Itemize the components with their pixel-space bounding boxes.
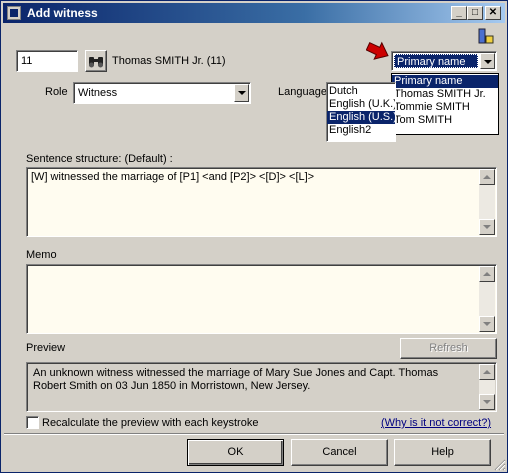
role-value: Witness [78,87,118,99]
separator [4,433,504,435]
role-select[interactable]: Witness [73,82,251,104]
sentence-value: [W] witnessed the marriage of [P1] <and … [31,171,315,183]
person-id-value: 11 [21,55,33,67]
resize-grip-icon[interactable] [494,459,506,471]
binoculars-icon [89,57,103,68]
sentence-label: Sentence structure: (Default) : [26,153,173,165]
preview-box: An unknown witness witnessed the marriag… [26,362,497,412]
ok-button[interactable]: OK [187,439,284,466]
language-label: Language [278,86,327,98]
name-select-value: Primary name [394,54,478,68]
find-person-button[interactable] [85,50,107,72]
scroll-down-icon[interactable] [479,219,495,235]
recalc-checkbox[interactable] [26,416,39,429]
language-option[interactable]: English (U.K.) [327,98,395,111]
chevron-down-icon[interactable] [234,84,249,102]
preview-text: An unknown witness witnessed the marriag… [33,367,439,392]
memo-textarea[interactable] [26,264,497,334]
name-option[interactable]: Tommie SMITH [392,101,498,114]
cancel-button[interactable]: Cancel [291,439,388,466]
preview-label: Preview [26,342,66,354]
person-id-input[interactable]: 11 [16,50,78,72]
scroll-up-icon[interactable] [479,364,495,380]
why-not-correct-link[interactable]: (Why is it not correct?) [381,417,491,429]
scroll-up-icon[interactable] [479,169,495,185]
wizard-icon[interactable] [477,28,495,46]
close-button[interactable]: ✕ [485,6,501,20]
window-title: Add witness [27,6,98,20]
scroll-up-icon[interactable] [479,266,495,282]
memo-label: Memo [26,249,57,261]
name-dropdown-list: Primary name Thomas SMITH Jr. Tommie SMI… [391,73,499,135]
role-label: Role [45,86,68,98]
recalc-label: Recalculate the preview with each keystr… [42,417,259,429]
language-list[interactable]: Dutch English (U.K.) English (U.S.) Engl… [326,82,396,142]
sentence-textarea[interactable]: [W] witnessed the marriage of [P1] <and … [26,167,497,237]
help-button[interactable]: Help [394,439,491,466]
language-option[interactable]: Dutch [327,85,395,98]
memo-scrollbar[interactable] [479,266,495,332]
sentence-scrollbar[interactable] [479,169,495,235]
title-bar: Add witness _ □ ✕ [3,3,505,23]
name-select[interactable]: Primary name [391,51,497,71]
name-option[interactable]: Tom SMITH [392,114,498,127]
add-witness-dialog: Add witness _ □ ✕ 11 Thomas SMITH Jr. (1… [0,0,508,473]
language-option[interactable]: English2 [327,124,395,137]
refresh-button[interactable]: Refresh [400,338,497,359]
preview-scrollbar[interactable] [479,364,495,410]
minimize-button[interactable]: _ [451,6,467,20]
person-name: Thomas SMITH Jr. (11) [112,55,226,67]
name-option[interactable]: Thomas SMITH Jr. [392,88,498,101]
name-option[interactable]: Primary name [392,75,498,88]
app-icon [7,6,21,20]
red-arrow-icon [365,41,390,61]
language-option[interactable]: English (U.S.) [327,111,395,124]
chevron-down-icon[interactable] [480,53,495,69]
scroll-down-icon[interactable] [479,394,495,410]
maximize-button[interactable]: □ [467,6,483,20]
scroll-down-icon[interactable] [479,316,495,332]
